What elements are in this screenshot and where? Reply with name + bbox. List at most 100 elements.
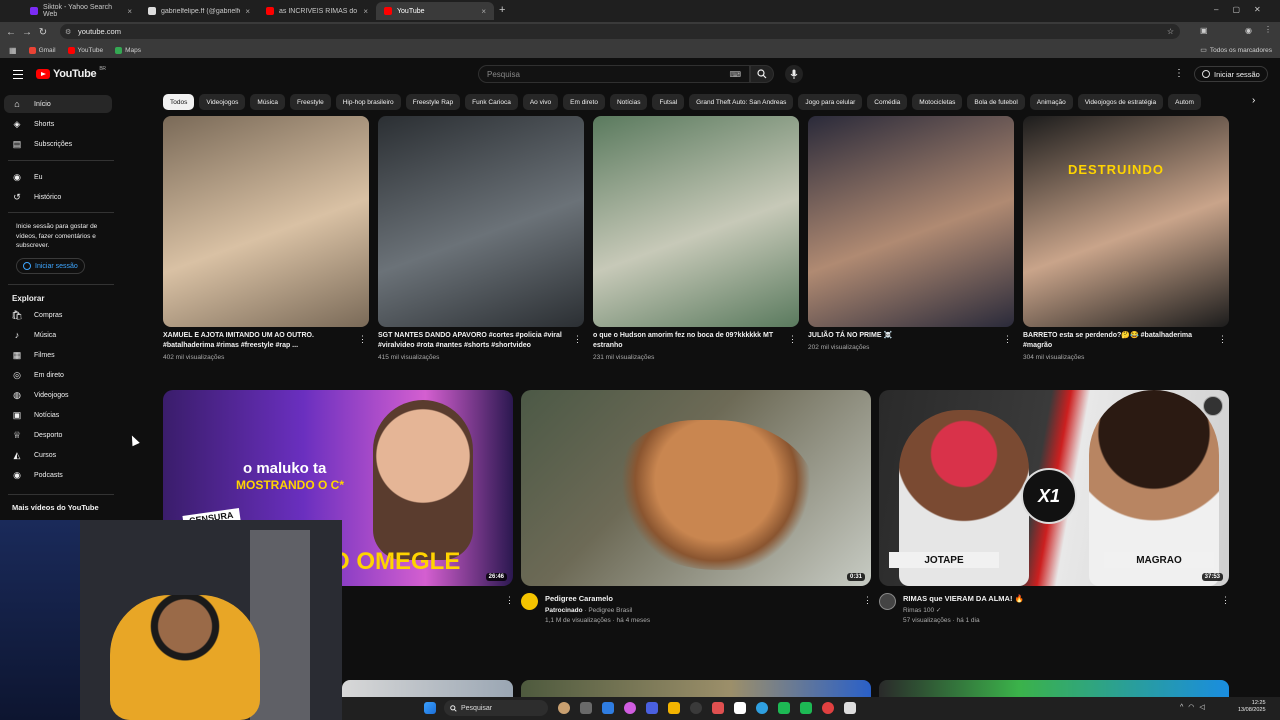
address-bar[interactable]: ⚙ youtube.com ☆: [60, 24, 1180, 39]
sidebar-item-explore[interactable]: ◉ Podcasts: [4, 466, 112, 484]
sidebar-item-explore[interactable]: ♪ Música: [4, 326, 112, 344]
category-chip[interactable]: Música: [250, 94, 285, 110]
short-title[interactable]: o que o Hudson amorim fez no boca de 09?…: [593, 331, 783, 351]
window-close-icon[interactable]: ✕: [1254, 5, 1275, 14]
channel-avatar[interactable]: [521, 593, 538, 610]
keyboard-icon[interactable]: ⌨: [729, 70, 741, 79]
short-title[interactable]: SGT NANTES DANDO APAVORO #cortes #polici…: [378, 331, 568, 351]
sidebar-signin-button[interactable]: Iniciar sessão: [16, 258, 85, 274]
category-chip[interactable]: Hip-hop brasileiro: [335, 94, 401, 110]
short-options-icon[interactable]: ⋮: [358, 334, 367, 344]
short-thumbnail[interactable]: [378, 116, 584, 327]
wifi-icon[interactable]: ◠: [1188, 704, 1199, 711]
category-chip[interactable]: Autom: [1168, 94, 1201, 110]
category-chip[interactable]: Videojogos: [199, 94, 246, 110]
browser-menu-icon[interactable]: ⋮: [1264, 25, 1272, 34]
profile-icon[interactable]: ◉: [1245, 26, 1252, 35]
category-chip[interactable]: Freestyle: [290, 94, 331, 110]
short-options-icon[interactable]: ⋮: [1218, 334, 1227, 344]
task-view-icon[interactable]: [580, 702, 592, 714]
teams-icon[interactable]: [646, 702, 658, 714]
sponsor-name[interactable]: · Pedigree Brasil: [584, 607, 632, 614]
sidebar-item-explore[interactable]: ◎ Em direto: [4, 366, 112, 384]
spotify-icon[interactable]: [800, 702, 812, 714]
short-options-icon[interactable]: ⋮: [1003, 334, 1012, 344]
close-tab-icon[interactable]: ×: [363, 7, 368, 16]
browser-tab-active[interactable]: YouTube ×: [376, 2, 494, 20]
youtube-logo[interactable]: YouTube BR: [36, 66, 106, 80]
notepad-icon[interactable]: [734, 702, 746, 714]
category-chip[interactable]: Funk Carioca: [465, 94, 518, 110]
maximize-icon[interactable]: ▢: [1232, 5, 1254, 14]
apps-icon[interactable]: ▦: [9, 46, 17, 55]
category-chip[interactable]: Notícias: [609, 94, 648, 110]
file-explorer-icon[interactable]: [668, 702, 680, 714]
bookmark-maps[interactable]: Maps: [115, 46, 141, 54]
category-chip[interactable]: Motocicletas: [912, 94, 963, 110]
short-thumbnail[interactable]: [163, 116, 369, 327]
browser-tab[interactable]: as INCRÍVEIS RIMAS do GURI c... ×: [258, 2, 376, 20]
close-tab-icon[interactable]: ×: [245, 7, 250, 16]
volume-icon[interactable]: ◁: [1199, 704, 1209, 711]
site-info-icon[interactable]: ⚙: [65, 28, 71, 36]
bookmark-youtube[interactable]: YouTube: [67, 46, 103, 54]
menu-icon[interactable]: [13, 70, 23, 79]
browser-tab[interactable]: Siktok - Yahoo Search Web ×: [22, 2, 140, 20]
close-tab-icon[interactable]: ×: [481, 7, 486, 16]
short-title[interactable]: JULIÃO TÁ NO PRIME ☠️: [808, 331, 998, 341]
category-chip[interactable]: Todos: [163, 94, 195, 110]
browser-tab[interactable]: gabrielfelipe.ff (@gabrielfelipe... ×: [140, 2, 258, 20]
search-input[interactable]: Pesquisa ⌨: [478, 65, 750, 83]
video-title[interactable]: RIMAS que VIERAM DA ALMA! 🔥: [903, 594, 1024, 603]
minimize-icon[interactable]: –: [1214, 5, 1232, 14]
chevron-right-icon[interactable]: ›: [1252, 95, 1255, 106]
reload-icon[interactable]: ↻: [35, 24, 51, 40]
search-button[interactable]: [750, 65, 774, 83]
sidebar-item-explore[interactable]: ▦ Filmes: [4, 346, 112, 364]
obs-icon[interactable]: [822, 702, 834, 714]
category-chip[interactable]: Grand Theft Auto: San Andreas: [689, 94, 794, 110]
category-chip[interactable]: Em direto: [563, 94, 605, 110]
category-chip[interactable]: Animação: [1029, 94, 1073, 110]
sidebar-item-explore[interactable]: ▣ Notícias: [4, 406, 112, 424]
sidebar-item-explore[interactable]: ◭ Cursos: [4, 446, 112, 464]
forward-icon[interactable]: →: [19, 24, 35, 40]
short-title[interactable]: BARRETO esta se perdendo?🤔😂 #batalhaderi…: [1023, 331, 1213, 351]
chrome-icon[interactable]: [712, 702, 724, 714]
sidebar-item-subscriptions[interactable]: ▤ Subscrições: [4, 135, 112, 153]
voice-search-button[interactable]: [785, 65, 803, 83]
edge-icon[interactable]: [602, 702, 614, 714]
short-options-icon[interactable]: ⋮: [788, 334, 797, 344]
category-chip[interactable]: Futsal: [652, 94, 685, 110]
category-chip[interactable]: Jogo para celular: [798, 94, 863, 110]
settings-menu-icon[interactable]: ⋮: [1174, 68, 1184, 79]
widgets-icon[interactable]: [558, 702, 570, 714]
sidebar-item-you[interactable]: ◉ Eu: [4, 168, 112, 186]
sidebar-item-explore[interactable]: 🛍 Compras: [4, 306, 112, 324]
category-chip[interactable]: Ao vivo: [522, 94, 559, 110]
short-thumbnail[interactable]: DESTRUINDO: [1023, 116, 1229, 327]
video-options-icon[interactable]: ⋮: [863, 595, 872, 605]
taskbar-search[interactable]: Pesquisar: [444, 700, 548, 716]
store-icon[interactable]: [690, 702, 702, 714]
short-options-icon[interactable]: ⋮: [573, 334, 582, 344]
video-thumbnail-rimas[interactable]: X1 JOTAPE MAGRAO 37:53: [879, 390, 1229, 586]
edge-dev-icon[interactable]: [756, 702, 768, 714]
video-options-icon[interactable]: ⋮: [505, 595, 514, 605]
video-title[interactable]: Pedigree Caramelo: [545, 594, 613, 603]
signin-button[interactable]: Iniciar sessão: [1194, 66, 1268, 82]
sidebar-item-shorts[interactable]: ◈ Shorts: [4, 115, 112, 133]
copilot-icon[interactable]: [624, 702, 636, 714]
taskbar-clock[interactable]: 12:25 13/08/2025: [1238, 700, 1266, 714]
sidebar-item-history[interactable]: ↺ Histórico: [4, 188, 112, 206]
bookmark-gmail[interactable]: Gmail: [28, 46, 56, 54]
category-chip[interactable]: Bola de futebol: [967, 94, 1025, 110]
channel-name[interactable]: Rimas 100 ✓: [903, 606, 941, 616]
short-thumbnail[interactable]: [808, 116, 1014, 327]
sidebar-item-home[interactable]: ⌂ Início: [4, 95, 112, 113]
sidebar-item-explore[interactable]: ◍ Videojogos: [4, 386, 112, 404]
category-chip[interactable]: Videojogos de estratégia: [1077, 94, 1164, 110]
video-thumbnail-pedigree[interactable]: 0:31: [521, 390, 871, 586]
short-title[interactable]: XAMUEL E AJOTA IMITANDO UM AO OUTRO. #ba…: [163, 331, 353, 351]
extensions-icon[interactable]: ▣: [1200, 26, 1208, 35]
